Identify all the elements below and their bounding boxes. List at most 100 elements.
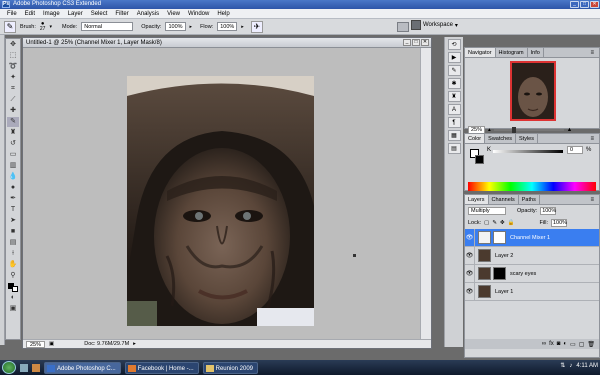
navigator-zoom-slider[interactable] <box>493 127 564 133</box>
menu-filter[interactable]: Filter <box>111 11 132 17</box>
doc-close-button[interactable]: ✕ <box>421 39 429 46</box>
quick-launch-icon[interactable] <box>32 363 40 372</box>
zoom-tool-icon[interactable]: ⚲ <box>7 271 19 281</box>
palette-well-icon[interactable] <box>397 22 409 32</box>
new-group-icon[interactable]: ▭ <box>570 341 576 348</box>
eyedropper-tool-icon[interactable]: ⟊ <box>7 249 19 259</box>
flow-field[interactable]: 100% <box>217 22 238 31</box>
menu-layer[interactable]: Layer <box>64 11 87 17</box>
tab-layers[interactable]: Layers <box>465 195 489 204</box>
start-button[interactable] <box>2 361 16 374</box>
quick-select-tool-icon[interactable]: ✦ <box>7 73 19 83</box>
path-select-tool-icon[interactable]: ➤ <box>7 216 19 226</box>
lock-transparency-icon[interactable]: ▢ <box>484 220 489 226</box>
status-info-icon[interactable]: ▣ <box>49 341 54 347</box>
brush-tool-icon[interactable]: ✎ <box>7 117 19 127</box>
menu-file[interactable]: File <box>3 11 21 17</box>
history-brush-tool-icon[interactable]: ↺ <box>7 139 19 149</box>
workspace-switcher[interactable]: Workspace ▾ <box>411 20 458 30</box>
tab-styles[interactable]: Styles <box>516 134 538 143</box>
color-swatches-icon[interactable] <box>7 282 19 292</box>
taskbar-item-reunion[interactable]: Reunion 2009 <box>202 361 259 374</box>
flow-dropdown-icon[interactable]: ▸ <box>241 24 244 30</box>
lasso-tool-icon[interactable]: ➰ <box>7 62 19 72</box>
layer-row[interactable]: 👁 Channel Mixer 1 <box>465 228 599 247</box>
doc-maximize-button[interactable]: □ <box>412 39 420 46</box>
add-mask-icon[interactable]: ◙ <box>557 341 561 347</box>
minimize-button[interactable]: _ <box>570 1 579 8</box>
layer-row[interactable]: 👁 Layer 1 <box>465 282 599 301</box>
pen-tool-icon[interactable]: ✒ <box>7 194 19 204</box>
tab-swatches[interactable]: Swatches <box>485 134 517 143</box>
tab-channels[interactable]: Channels <box>489 195 519 204</box>
gradient-tool-icon[interactable]: ▥ <box>7 161 19 171</box>
healing-brush-tool-icon[interactable]: ✚ <box>7 106 19 116</box>
menu-edit[interactable]: Edit <box>21 11 39 17</box>
zoom-field[interactable]: 25% <box>26 340 46 348</box>
brushes-panel-icon[interactable]: ✱ <box>447 78 461 89</box>
panel-menu-icon[interactable]: ≡ <box>587 48 597 58</box>
notes-panel-icon[interactable]: ▤ <box>447 143 461 154</box>
blend-mode-select[interactable]: Multiply <box>468 207 506 215</box>
hand-tool-icon[interactable]: ✋ <box>7 260 19 270</box>
lock-position-icon[interactable]: ✥ <box>500 220 505 226</box>
marquee-tool-icon[interactable]: ⬚ <box>7 51 19 61</box>
tab-info[interactable]: Info <box>528 48 544 57</box>
menu-view[interactable]: View <box>163 11 184 17</box>
network-icon[interactable]: ⇅ <box>560 362 565 369</box>
clone-source-panel-icon[interactable]: ♜ <box>447 91 461 102</box>
new-layer-icon[interactable]: ▢ <box>579 341 585 348</box>
maximize-button[interactable]: □ <box>580 1 589 8</box>
layers-panel-menu-icon[interactable]: ≡ <box>587 195 597 205</box>
layer-comps-panel-icon[interactable]: ▦ <box>447 130 461 141</box>
volume-icon[interactable]: ♪ <box>569 363 572 369</box>
status-menu-icon[interactable]: ▸ <box>133 341 136 347</box>
visibility-eye-icon[interactable]: 👁 <box>465 228 475 247</box>
child-portrait-image[interactable] <box>127 76 314 326</box>
taskbar-item-facebook[interactable]: Facebook | Home -... <box>124 361 199 374</box>
layer-mask-thumbnail[interactable] <box>493 231 506 244</box>
shape-tool-icon[interactable]: ■ <box>7 227 19 237</box>
slice-tool-icon[interactable]: ⟋ <box>7 95 19 105</box>
vertical-scrollbar[interactable] <box>420 48 431 340</box>
lock-all-icon[interactable]: 🔒 <box>508 220 515 226</box>
blur-tool-icon[interactable]: 💧 <box>7 172 19 182</box>
crop-tool-icon[interactable]: ⌗ <box>7 84 19 94</box>
brush-dropdown-icon[interactable]: ▾ <box>49 24 52 30</box>
color-panel-menu-icon[interactable]: ≡ <box>587 134 597 144</box>
menu-image[interactable]: Image <box>39 11 64 17</box>
layers-opacity-field[interactable]: 100% <box>540 207 556 215</box>
color-background-swatch[interactable] <box>475 155 484 164</box>
paragraph-panel-icon[interactable]: ¶ <box>447 117 461 128</box>
actions-panel-icon[interactable]: ▶ <box>447 52 461 63</box>
menu-select[interactable]: Select <box>87 11 112 17</box>
show-desktop-icon[interactable] <box>20 363 28 372</box>
taskbar-item-photoshop[interactable]: Adobe Photoshop C... <box>44 361 121 374</box>
screen-mode-icon[interactable]: ▣ <box>7 304 19 314</box>
delete-layer-icon[interactable]: 🗑 <box>587 341 595 348</box>
visibility-eye-icon[interactable]: 👁 <box>465 246 475 265</box>
menu-analysis[interactable]: Analysis <box>133 11 163 17</box>
brush-tool-preset-icon[interactable]: ✎ <box>4 20 16 33</box>
eraser-tool-icon[interactable]: ▭ <box>7 150 19 160</box>
k-value-field[interactable]: 0 <box>567 146 583 154</box>
notes-tool-icon[interactable]: ▤ <box>7 238 19 248</box>
adjustment-layer-icon[interactable]: ◐ <box>563 341 567 347</box>
k-slider[interactable] <box>493 150 563 153</box>
character-panel-icon[interactable]: A <box>447 104 461 115</box>
link-layers-icon[interactable]: ∞ <box>542 341 546 347</box>
lock-pixels-icon[interactable]: ✎ <box>492 220 497 226</box>
tab-color[interactable]: Color <box>465 134 486 143</box>
menu-window[interactable]: Window <box>184 11 213 17</box>
opacity-dropdown-icon[interactable]: ▸ <box>190 24 193 30</box>
clone-stamp-tool-icon[interactable]: ♜ <box>7 128 19 138</box>
airbrush-toggle-icon[interactable]: ✈ <box>250 20 263 33</box>
layer-style-icon[interactable]: fx <box>549 341 554 347</box>
navigator-thumbnail[interactable] <box>510 61 556 121</box>
quick-mask-icon[interactable]: ◐ <box>7 293 19 303</box>
tool-presets-panel-icon[interactable]: ✎ <box>447 65 461 76</box>
layer-row[interactable]: 👁 Layer 2 <box>465 246 599 265</box>
move-tool-icon[interactable]: ✥ <box>7 40 19 50</box>
tab-paths[interactable]: Paths <box>519 195 540 204</box>
tab-navigator[interactable]: Navigator <box>465 48 496 57</box>
